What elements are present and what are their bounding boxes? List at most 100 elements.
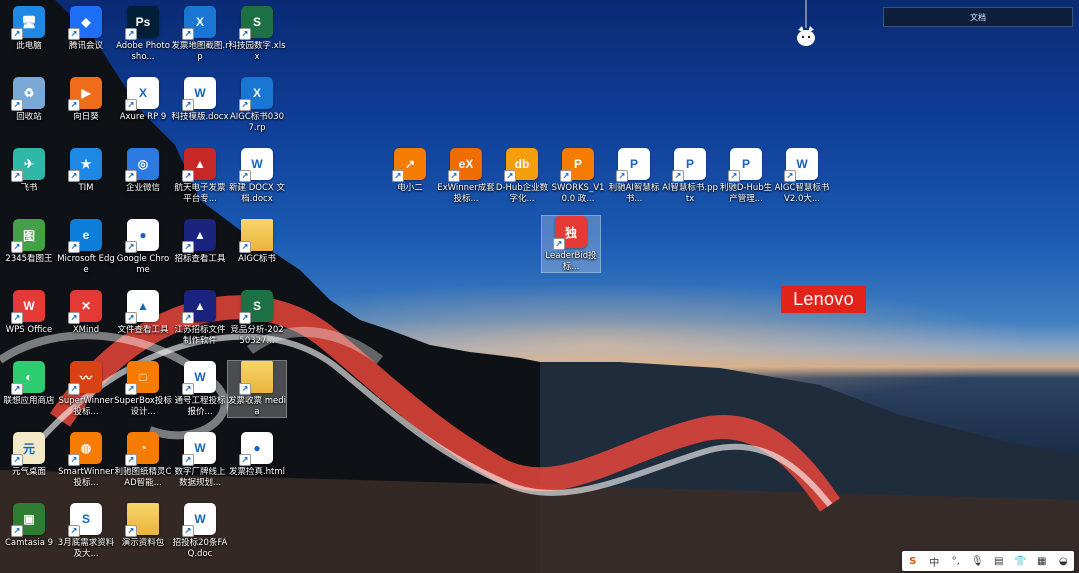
search-box[interactable]: 文档 [883,7,1073,27]
shortcut-arrow-icon: ↗ [125,525,137,537]
cat-pet-icon[interactable] [795,0,817,48]
desktop-icon[interactable]: ↗ 发票收票 media [227,360,287,418]
desktop-icon-label: 科技园数字.xlsx [228,41,286,62]
desktop-icon[interactable]: ▲ ↗ 航天电子发票平台专... [171,148,229,204]
desktop-icon[interactable]: ◎ ↗ 企业微信 [114,148,172,194]
desktop-icon[interactable]: ✈ ↗ 飞书 [0,148,58,194]
shortcut-arrow-icon: ↗ [125,99,137,111]
desktop-icon-label: 利驰图纸精灵CAD智能... [114,467,172,488]
desktop-icon[interactable]: 独 ↗ LeaderBid投标... [541,215,601,273]
desktop-icon[interactable]: P ↗ 利驰AI智慧标书... [605,148,663,204]
shortcut-arrow-icon: ↗ [448,170,460,182]
desktop-icon[interactable]: ◆ ↗ 腾讯会议 [57,6,115,52]
desktop-icon[interactable]: W ↗ AIGC智慧标书V2.0大... [773,148,831,204]
desktop-icon[interactable]: P ↗ 利驰D-Hub生产管理... [717,148,775,204]
desktop-icon[interactable]: ▲ ↗ 招标查看工具 [171,219,229,265]
desktop-icon[interactable]: eX ↗ ExWinner成套投标... [437,148,495,204]
desktop-icon[interactable]: P ↗ AI智慧标书.pptx [661,148,719,204]
shortcut-arrow-icon: ↗ [11,241,23,253]
desktop-icon[interactable]: W ↗ 科技模版.docx [171,77,229,123]
desktop-icon-label: AIGC智慧标书V2.0大... [774,183,830,204]
desktop-icon-label: 电小二 [397,183,423,193]
desktop-icon-label: 招投标20条FAQ.doc [172,538,228,559]
desktop-icon[interactable]: S ↗ 3月底需求资料及大... [57,503,115,559]
keyboard-icon[interactable]: ▤ [991,556,1007,567]
desktop-icon[interactable]: S ↗ 竞品分析-20250327... [228,290,286,346]
desktop-icon[interactable]: ♻ ↗ 回收站 [0,77,58,123]
chinese-mode-label[interactable]: 中 [926,554,942,569]
desktop[interactable]: Lenovo 文档 🖥 ↗ 此电脑 ◆ ↗ 腾讯会议 Ps ↗ Adobe Photosho..… [0,0,1079,573]
desktop-icon[interactable]: W ↗ 新建 DOCX 文档.docx [228,148,286,204]
desktop-icon[interactable]: W ↗ 通号工程投标报价... [171,361,229,417]
word-file-icon: W ↗ [182,503,216,537]
toolbox-icon[interactable]: ▦ [1034,556,1050,567]
desktop-icon[interactable]: P ↗ SWORKS_V10.0 政... [549,148,607,204]
shortcut-arrow-icon: ↗ [182,312,194,324]
shortcut-arrow-icon: ↗ [68,383,80,395]
excel-file-icon: S ↗ [68,503,102,537]
desktop-icon[interactable]: Ps ↗ Adobe Photosho... [114,6,172,62]
desktop-icon[interactable]: 图 ↗ 2345看图王 [0,219,58,265]
edge-icon: e ↗ [68,219,102,253]
desktop-icon[interactable]: ↗ 演示资料包 [114,503,172,549]
axure-file-icon: X ↗ [182,6,216,40]
desktop-icon-label: 文件查看工具 [117,325,169,335]
ime-toolbar[interactable]: S 中 °, 🎙 ▤ 👕 ▦ ◒ [902,551,1074,571]
more-icon[interactable]: ◒ [1055,556,1071,567]
desktop-icon[interactable]: ◐ ↗ 联想应用商店 [0,361,58,407]
desktop-icon[interactable]: □ ↗ SuperBox投标设计... [114,361,172,417]
desktop-icon[interactable]: ★ ↗ TIM [57,148,115,194]
desktop-icon[interactable]: W ↗ WPS Office [0,290,58,336]
axure-icon: X ↗ [125,77,159,111]
desktop-icon[interactable]: ◔ ↗ 利驰图纸精灵CAD智能... [114,432,172,488]
skin-icon[interactable]: 👕 [1012,556,1028,567]
desktop-icon-label: 数字厂牌线上数据规划... [174,467,226,488]
desktop-icon-label: 竞品分析-20250327... [230,325,284,346]
desktop-icon[interactable]: ✕ ↗ XMind [57,290,115,336]
desktop-icon[interactable]: W ↗ 招投标20条FAQ.doc [171,503,229,559]
desktop-icon[interactable]: ◍ ↗ SmartWinner投标... [57,432,115,488]
desktop-icon[interactable]: ▲ ↗ 文件查看工具 [114,290,172,336]
desktop-icon[interactable]: 〰 ↗ SuperWinner投标... [57,361,115,417]
cad-icon: ◔ ↗ [125,432,159,466]
feishu-icon: ✈ ↗ [11,148,45,182]
punctuation-icon[interactable]: °, [948,556,964,567]
desktop-icon[interactable]: ▶ ↗ 向日葵 [57,77,115,123]
recycle-bin-icon: ♻ ↗ [11,77,45,111]
desktop-icon[interactable]: X ↗ AIGC标书0307.rp [228,77,286,133]
shortcut-arrow-icon: ↗ [125,28,137,40]
desktop-icon[interactable]: db ↗ D-Hub企业数字化... [493,148,551,204]
axure-file-icon: X ↗ [239,77,273,111]
desktop-icon[interactable]: ▣ ↗ Camtasia 9 [0,503,58,549]
desktop-icon-label: SuperBox投标设计... [114,396,172,417]
desktop-icon[interactable]: ↗ AIGC标书 [228,219,286,265]
desktop-icon[interactable]: 🖥 ↗ 此电脑 [0,6,58,52]
tencent-meeting-icon: ◆ ↗ [68,6,102,40]
shortcut-arrow-icon: ↗ [11,170,23,182]
desktop-icon[interactable]: ● ↗ Google Chrome [114,219,172,275]
desktop-icon[interactable]: e ↗ Microsoft Edge [57,219,115,275]
desktop-icon[interactable]: ▲ ↗ 江苏招标文件制作软件 [171,290,229,346]
desktop-icon-label: Google Chrome [116,254,170,275]
shortcut-arrow-icon: ↗ [239,170,251,182]
camtasia-icon: ▣ ↗ [11,503,45,537]
desktop-icon[interactable]: X ↗ Axure RP 9 [114,77,172,123]
shortcut-arrow-icon: ↗ [68,241,80,253]
wecom-icon: ◎ ↗ [125,148,159,182]
desktop-icon-label: 元气桌面 [11,467,46,477]
shortcut-arrow-icon: ↗ [239,454,251,466]
desktop-icon[interactable]: W ↗ 数字厂牌线上数据规划... [171,432,229,488]
desktop-icon[interactable]: S ↗ 科技园数字.xlsx [228,6,286,62]
desktop-icon[interactable]: ● ↗ 发票捡真.html [228,432,286,478]
desktop-icon-label: 新建 DOCX 文档.docx [229,183,285,204]
image-viewer-icon: 图 ↗ [11,219,45,253]
sogou-ime-icon[interactable]: S [905,556,921,567]
desktop-icon[interactable]: 元 ↗ 元气桌面 [0,432,58,478]
desktop-icon[interactable]: X ↗ 发票地图截图.rp [171,6,229,62]
desktop-icon[interactable]: ↗ ↗ 电小二 [381,148,439,194]
chrome-icon: ● ↗ [125,219,159,253]
microphone-icon[interactable]: 🎙 [969,556,985,567]
word-file-icon: W ↗ [182,77,216,111]
shortcut-arrow-icon: ↗ [125,312,137,324]
word-file-icon: W ↗ [182,432,216,466]
